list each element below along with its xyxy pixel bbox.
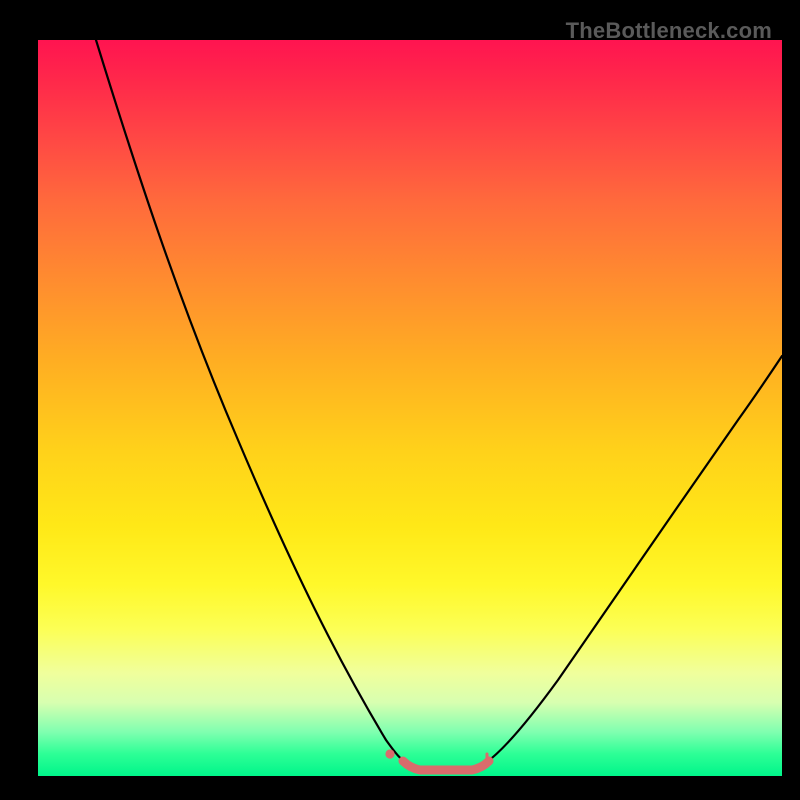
plot-area: [38, 40, 782, 776]
curve-layer: [38, 40, 782, 776]
curve-right-branch: [484, 356, 782, 764]
optimum-segment: [403, 761, 489, 770]
optimum-dot-left: [385, 749, 394, 758]
chart-frame: TheBottleneck.com: [10, 10, 790, 790]
curve-left-branch: [96, 40, 408, 764]
watermark-text: TheBottleneck.com: [566, 18, 772, 44]
